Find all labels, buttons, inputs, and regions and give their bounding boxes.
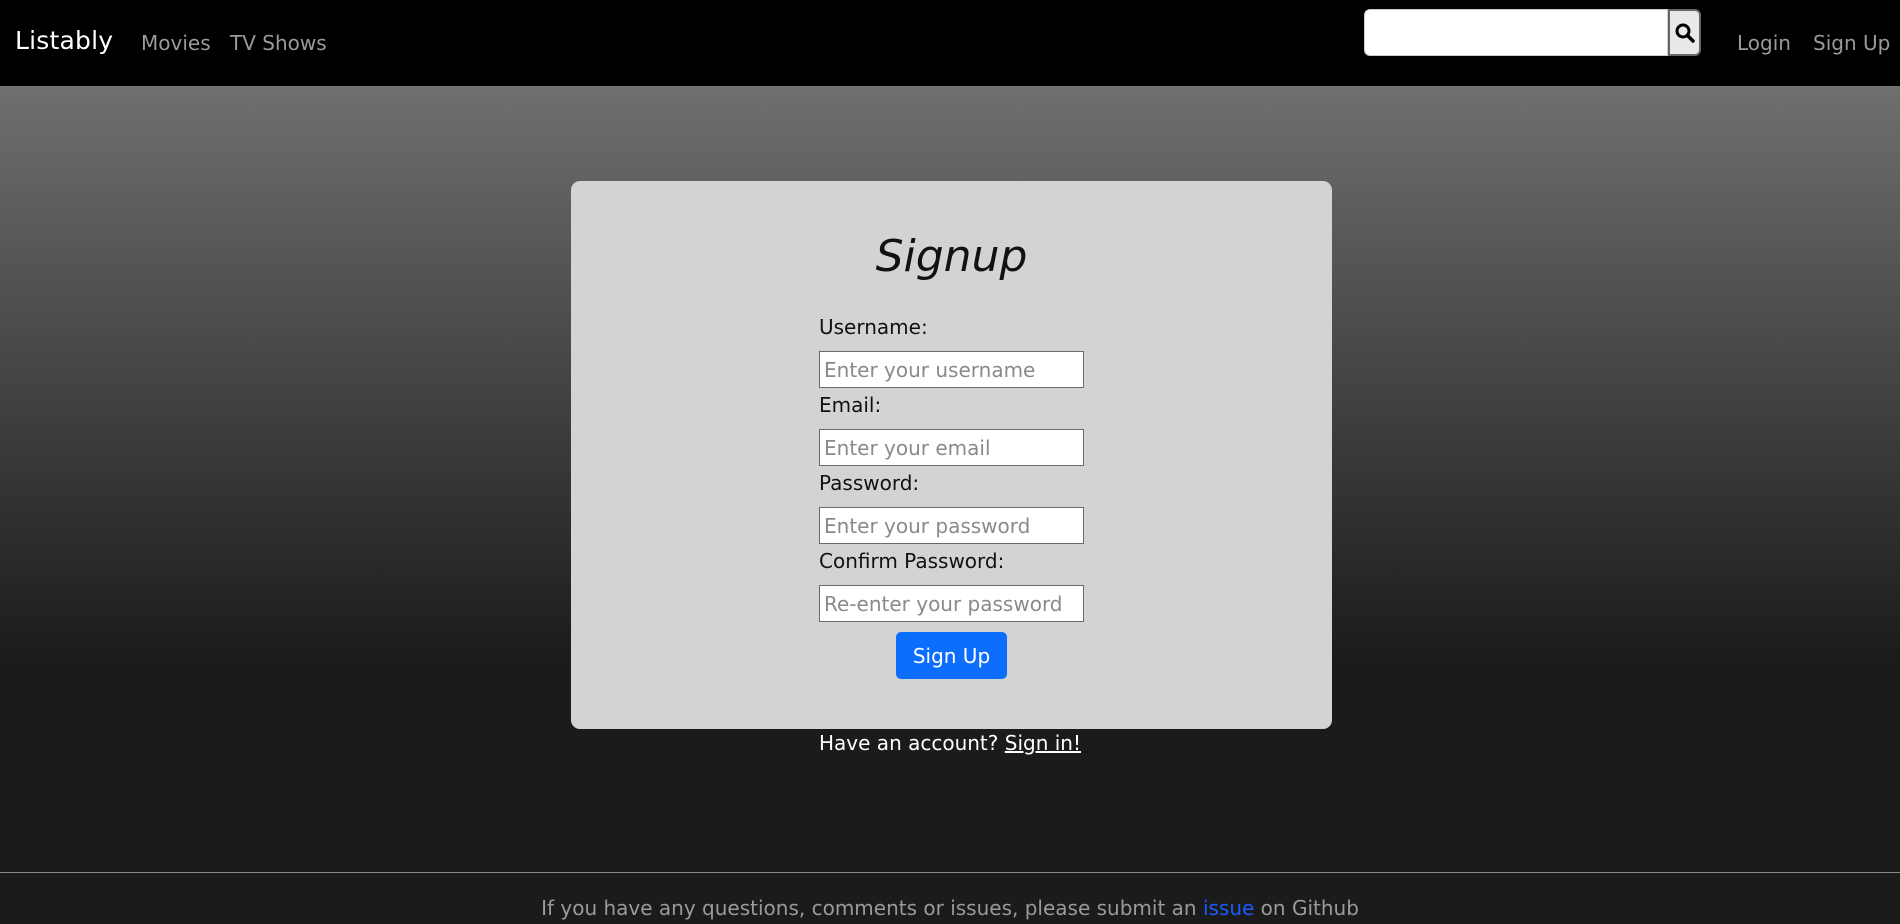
nav-link-signup[interactable]: Sign Up <box>1813 31 1890 55</box>
signup-submit-button[interactable]: Sign Up <box>896 632 1007 679</box>
confirm-password-label: Confirm Password: <box>819 549 1005 573</box>
confirm-password-field[interactable] <box>819 585 1084 622</box>
signup-card: Signup Username: Email: Password: Confir… <box>571 181 1332 729</box>
email-field[interactable] <box>819 429 1084 466</box>
footer-divider <box>0 872 1900 873</box>
nav-link-tv-shows[interactable]: TV Shows <box>230 31 327 55</box>
page-title: Signup <box>875 231 1028 282</box>
username-label: Username: <box>819 315 928 339</box>
password-label: Password: <box>819 471 920 495</box>
search-button[interactable] <box>1668 9 1701 56</box>
footer-text-after: on Github <box>1254 896 1359 920</box>
footer-text: If you have any questions, comments or i… <box>0 896 1900 920</box>
nav-link-movies[interactable]: Movies <box>141 31 211 55</box>
footer-text-before: If you have any questions, comments or i… <box>541 896 1203 920</box>
username-field[interactable] <box>819 351 1084 388</box>
brand-logo[interactable]: Listably <box>15 26 113 55</box>
issue-link[interactable]: issue <box>1203 896 1254 920</box>
email-label: Email: <box>819 393 882 417</box>
have-account-text: Have an account? <box>819 731 1005 755</box>
top-navbar: Listably Movies TV Shows Login Sign Up <box>0 0 1900 86</box>
nav-link-login[interactable]: Login <box>1737 31 1791 55</box>
signin-link[interactable]: Sign in! <box>1005 731 1081 755</box>
password-field[interactable] <box>819 507 1084 544</box>
have-account-prompt: Have an account? Sign in! <box>0 731 1900 755</box>
search-icon <box>1675 23 1695 43</box>
search-input[interactable] <box>1364 9 1668 56</box>
